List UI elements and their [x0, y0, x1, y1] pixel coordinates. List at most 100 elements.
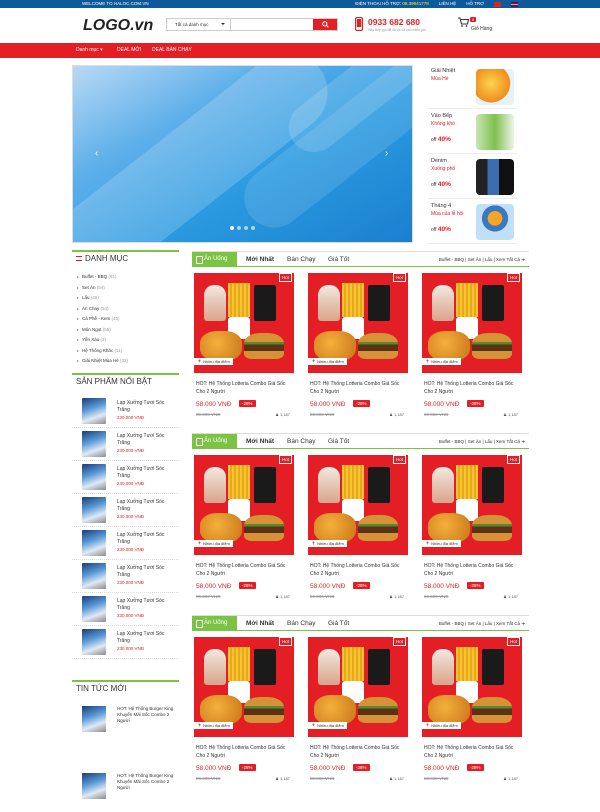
hot-product[interactable]: Lạp Xưởng Tươi Sóc Trăng 230.000 VNĐ	[72, 560, 179, 593]
product-price: 58.000 VNĐ	[196, 401, 232, 408]
product-name[interactable]: HOT: Hệ Thống Lotteria Combo Giá Sốc Cho…	[196, 380, 292, 396]
section-links[interactable]: Buffet - BBQ | Set Ăn | Lẩu | Xem Tất Cả…	[439, 434, 525, 449]
view-count: ♟ 1,187	[275, 412, 290, 417]
support-link[interactable]: HỖ TRỢ	[466, 0, 484, 8]
product-name[interactable]: HOT: Hệ Thống Lotteria Combo Giá Sốc Cho…	[310, 744, 406, 760]
hot-product[interactable]: Lạp Xưởng Tươi Sóc Trăng 230.000 VNĐ	[72, 593, 179, 626]
carousel-dot[interactable]	[244, 226, 248, 230]
list-icon	[76, 256, 82, 262]
user-icon: ♟	[389, 776, 393, 781]
tab-an-uong[interactable]: Ăn Uống	[192, 616, 237, 631]
product-image[interactable]: Hot 📍 Nhiều địa điểm	[308, 637, 408, 737]
product-card[interactable]: Hot 📍 Nhiều địa điểm HOT: Hệ Thống Lotteri…	[194, 455, 294, 605]
product-card[interactable]: Hot 📍 Nhiều địa điểm HOT: Hệ Thống Lotteri…	[422, 455, 522, 605]
promo-box[interactable]: Denim Xuống phố off 40%	[428, 155, 517, 199]
cart[interactable]: 0 Giỏ Hàng	[458, 17, 492, 32]
product-name[interactable]: HOT: Hệ Thống Lotteria Combo Giá Sốc Cho…	[196, 562, 292, 578]
news-item[interactable]: HOT: Hệ Thống Burger King Khuyến Mãi Sốc…	[72, 770, 179, 812]
hot-product[interactable]: Lạp Xưởng Tươi Sóc Trăng 230.000 VNĐ	[72, 428, 179, 461]
tab-moi-nhat[interactable]: Mới Nhất	[246, 616, 274, 631]
category-item[interactable]: Set Ăn (54)	[72, 283, 179, 294]
hot-product[interactable]: Lạp Xưởng Tươi Sóc Trăng 230.000 VNĐ	[72, 626, 179, 659]
promo-sub: Xuống phố	[431, 166, 456, 172]
vn-flag-icon[interactable]	[494, 1, 501, 7]
tab-gia-tot[interactable]: Giá Tốt	[328, 252, 349, 267]
hot-product[interactable]: Lạp Xưởng Tươi Sóc Trăng 230.000 VNĐ	[72, 395, 179, 428]
hero-banner[interactable]: ‹ ›	[72, 65, 413, 243]
carousel-dot[interactable]	[237, 226, 241, 230]
product-card[interactable]: Hot 📍 Nhiều địa điểm HOT: Hệ Thống Lotteri…	[422, 637, 522, 787]
product-image[interactable]: Hot 📍 Nhiều địa điểm	[308, 273, 408, 373]
category-item[interactable]: Ăn Chay (54)	[72, 304, 179, 315]
product-card[interactable]: Hot 📍 Nhiều địa điểm HOT: Hệ Thống Lotteri…	[308, 455, 408, 605]
product-image[interactable]: Hot 📍 Nhiều địa điểm	[194, 455, 294, 555]
product-image[interactable]: Hot 📍 Nhiều địa điểm	[308, 455, 408, 555]
nav-deal-moi[interactable]: DEAL MỚI	[117, 43, 141, 58]
search-icon	[321, 21, 329, 28]
hot-badge: Hot	[506, 455, 520, 464]
promo-sub: Mùa của lễ hội	[431, 211, 464, 217]
hot-product[interactable]: Lạp Xưởng Tươi Sóc Trăng 230.000 VNĐ	[72, 527, 179, 560]
logo[interactable]: LOGO.vn	[83, 17, 153, 35]
tab-an-uong[interactable]: Ăn Uống	[192, 434, 237, 449]
product-thumb	[82, 563, 106, 589]
product-card[interactable]: Hot 📍 Nhiều địa điểm HOT: Hệ Thống Lotteri…	[194, 637, 294, 787]
tab-ban-chay[interactable]: Bán Chạy	[287, 252, 316, 267]
category-item[interactable]: Món Ngọt (55)	[72, 325, 179, 336]
tab-ban-chay[interactable]: Bán Chạy	[287, 616, 316, 631]
product-name[interactable]: HOT: Hệ Thống Lotteria Combo Giá Sốc Cho…	[424, 380, 520, 396]
promo-box[interactable]: Vào Bếp Không khó off 40%	[428, 110, 517, 154]
carousel-dot[interactable]	[251, 226, 255, 230]
news-thumb	[82, 773, 106, 799]
promo-title: Vào Bếp	[431, 113, 453, 119]
section-links[interactable]: Buffet - BBQ | Set Ăn | Lẩu | Xem Tất Cả…	[439, 616, 525, 631]
hot-product[interactable]: Lạp Xưởng Tươi Sóc Trăng 230.000 VNĐ	[72, 494, 179, 527]
tab-gia-tot[interactable]: Giá Tốt	[328, 616, 349, 631]
product-name[interactable]: HOT: Hệ Thống Lotteria Combo Giá Sốc Cho…	[424, 562, 520, 578]
category-item[interactable]: Yến Xào (3)	[72, 335, 179, 346]
tab-ban-chay[interactable]: Bán Chạy	[287, 434, 316, 449]
category-item[interactable]: Hệ Thống Khác (11)	[72, 346, 179, 357]
phone-number[interactable]: 0933 682 680	[368, 17, 420, 27]
search-input[interactable]	[231, 19, 313, 30]
hot-badge: Hot	[278, 637, 292, 646]
product-image[interactable]: Hot 📍 Nhiều địa điểm	[422, 637, 522, 737]
contact-link[interactable]: LIÊN HỆ	[439, 0, 457, 8]
next-arrow-icon[interactable]: ›	[385, 148, 388, 159]
nav-deal-ban-chay[interactable]: DEAL BÁN CHẠY	[152, 43, 192, 58]
tab-moi-nhat[interactable]: Mới Nhất	[246, 434, 274, 449]
product-image[interactable]: Hot 📍 Nhiều địa điểm	[194, 637, 294, 737]
product-image[interactable]: Hot 📍 Nhiều địa điểm	[422, 273, 522, 373]
promo-box[interactable]: Tháng 4 Mùa của lễ hội off 40%	[428, 200, 517, 244]
product-name[interactable]: HOT: Hệ Thống Lotteria Combo Giá Sốc Cho…	[424, 744, 520, 760]
product-price: 58.000 VNĐ	[424, 401, 460, 408]
product-name[interactable]: HOT: Hệ Thống Lotteria Combo Giá Sốc Cho…	[310, 562, 406, 578]
tab-moi-nhat[interactable]: Mới Nhất	[246, 252, 274, 267]
view-count: ♟ 1,187	[503, 776, 518, 781]
product-card[interactable]: Hot 📍 Nhiều địa điểm HOT: Hệ Thống Lotteri…	[308, 273, 408, 423]
search-button[interactable]	[313, 19, 337, 30]
news-item[interactable]: HOT: Hệ Thống Burger King Khuyến Mãi Sốc…	[72, 703, 179, 745]
tab-an-uong[interactable]: Ăn Uống	[192, 252, 237, 267]
category-item[interactable]: Lẩu (46)	[72, 293, 179, 304]
prev-arrow-icon[interactable]: ‹	[95, 148, 98, 159]
product-card[interactable]: Hot 📍 Nhiều địa điểm HOT: Hệ Thống Lotteri…	[308, 637, 408, 787]
product-image[interactable]: Hot 📍 Nhiều địa điểm	[422, 455, 522, 555]
tab-gia-tot[interactable]: Giá Tốt	[328, 434, 349, 449]
search-category-select[interactable]: Tất cả danh mục	[167, 19, 231, 30]
product-name[interactable]: HOT: Hệ Thống Lotteria Combo Giá Sốc Cho…	[310, 380, 406, 396]
category-item[interactable]: Cà Phê - Kem (45)	[72, 314, 179, 325]
product-name[interactable]: HOT: Hệ Thống Lotteria Combo Giá Sốc Cho…	[196, 744, 292, 760]
promo-box[interactable]: Giải Nhiệt Mùa Hè	[428, 65, 517, 109]
uk-flag-icon[interactable]	[511, 1, 518, 7]
product-card[interactable]: Hot 📍 Nhiều địa điểm HOT: Hệ Thống Lotteri…	[422, 273, 522, 423]
category-item[interactable]: Giải Nhiệt Mùa Hè (32)	[72, 356, 179, 367]
carousel-dot[interactable]	[230, 226, 234, 230]
user-icon: ♟	[503, 412, 507, 417]
section-links[interactable]: Buffet - BBQ | Set Ăn | Lẩu | Xem Tất Cả…	[439, 252, 525, 267]
category-item[interactable]: Buffet - BBQ (81)	[72, 272, 179, 283]
product-image[interactable]: Hot 📍 Nhiều địa điểm	[194, 273, 294, 373]
product-card[interactable]: Hot 📍 Nhiều địa điểm HOT: Hệ Thống Lotteri…	[194, 273, 294, 423]
hot-product[interactable]: Lạp Xưởng Tươi Sóc Trăng 230.000 VNĐ	[72, 461, 179, 494]
nav-danh-muc[interactable]: Danh mục ▾	[76, 43, 103, 58]
